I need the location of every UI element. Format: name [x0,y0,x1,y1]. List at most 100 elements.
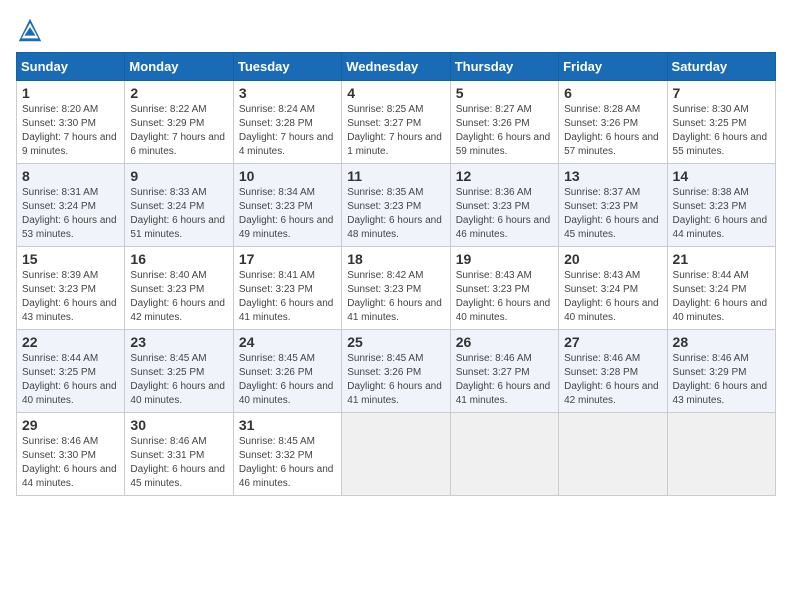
calendar-table: SundayMondayTuesdayWednesdayThursdayFrid… [16,52,776,496]
day-number: 10 [239,168,336,184]
day-number: 4 [347,85,444,101]
day-cell: 20 Sunrise: 8:43 AMSunset: 3:24 PMDaylig… [559,247,667,330]
logo [16,16,48,44]
day-cell: 28 Sunrise: 8:46 AMSunset: 3:29 PMDaylig… [667,330,775,413]
day-cell: 22 Sunrise: 8:44 AMSunset: 3:25 PMDaylig… [17,330,125,413]
day-number: 6 [564,85,661,101]
day-cell: 29 Sunrise: 8:46 AMSunset: 3:30 PMDaylig… [17,413,125,496]
day-number: 26 [456,334,553,350]
day-cell: 26 Sunrise: 8:46 AMSunset: 3:27 PMDaylig… [450,330,558,413]
weekday-header-saturday: Saturday [667,53,775,81]
day-info: Sunrise: 8:43 AMSunset: 3:24 PMDaylight:… [564,270,659,323]
day-info: Sunrise: 8:46 AMSunset: 3:29 PMDaylight:… [673,353,768,406]
day-cell: 10 Sunrise: 8:34 AMSunset: 3:23 PMDaylig… [233,164,341,247]
week-row-5: 29 Sunrise: 8:46 AMSunset: 3:30 PMDaylig… [17,413,776,496]
day-cell: 17 Sunrise: 8:41 AMSunset: 3:23 PMDaylig… [233,247,341,330]
day-number: 8 [22,168,119,184]
day-cell: 31 Sunrise: 8:45 AMSunset: 3:32 PMDaylig… [233,413,341,496]
day-info: Sunrise: 8:45 AMSunset: 3:32 PMDaylight:… [239,436,334,489]
day-info: Sunrise: 8:44 AMSunset: 3:24 PMDaylight:… [673,270,768,323]
day-cell: 2 Sunrise: 8:22 AMSunset: 3:29 PMDayligh… [125,81,233,164]
day-number: 7 [673,85,770,101]
day-cell: 21 Sunrise: 8:44 AMSunset: 3:24 PMDaylig… [667,247,775,330]
weekday-header-sunday: Sunday [17,53,125,81]
day-info: Sunrise: 8:46 AMSunset: 3:28 PMDaylight:… [564,353,659,406]
day-info: Sunrise: 8:45 AMSunset: 3:26 PMDaylight:… [239,353,334,406]
day-number: 27 [564,334,661,350]
page-header [16,16,776,44]
day-info: Sunrise: 8:43 AMSunset: 3:23 PMDaylight:… [456,270,551,323]
day-info: Sunrise: 8:27 AMSunset: 3:26 PMDaylight:… [456,104,551,157]
day-info: Sunrise: 8:38 AMSunset: 3:23 PMDaylight:… [673,187,768,240]
day-number: 2 [130,85,227,101]
day-cell [559,413,667,496]
logo-icon [16,16,44,44]
day-info: Sunrise: 8:46 AMSunset: 3:31 PMDaylight:… [130,436,225,489]
day-number: 23 [130,334,227,350]
day-number: 28 [673,334,770,350]
day-info: Sunrise: 8:31 AMSunset: 3:24 PMDaylight:… [22,187,117,240]
day-info: Sunrise: 8:39 AMSunset: 3:23 PMDaylight:… [22,270,117,323]
day-cell: 14 Sunrise: 8:38 AMSunset: 3:23 PMDaylig… [667,164,775,247]
weekday-header-friday: Friday [559,53,667,81]
weekday-header-row: SundayMondayTuesdayWednesdayThursdayFrid… [17,53,776,81]
day-cell: 11 Sunrise: 8:35 AMSunset: 3:23 PMDaylig… [342,164,450,247]
day-cell: 30 Sunrise: 8:46 AMSunset: 3:31 PMDaylig… [125,413,233,496]
day-info: Sunrise: 8:25 AMSunset: 3:27 PMDaylight:… [347,104,442,157]
day-cell: 12 Sunrise: 8:36 AMSunset: 3:23 PMDaylig… [450,164,558,247]
day-info: Sunrise: 8:37 AMSunset: 3:23 PMDaylight:… [564,187,659,240]
day-number: 31 [239,417,336,433]
day-number: 20 [564,251,661,267]
day-cell: 27 Sunrise: 8:46 AMSunset: 3:28 PMDaylig… [559,330,667,413]
day-info: Sunrise: 8:36 AMSunset: 3:23 PMDaylight:… [456,187,551,240]
day-cell: 3 Sunrise: 8:24 AMSunset: 3:28 PMDayligh… [233,81,341,164]
day-number: 11 [347,168,444,184]
day-cell [667,413,775,496]
day-number: 13 [564,168,661,184]
day-cell: 9 Sunrise: 8:33 AMSunset: 3:24 PMDayligh… [125,164,233,247]
day-number: 30 [130,417,227,433]
day-cell: 5 Sunrise: 8:27 AMSunset: 3:26 PMDayligh… [450,81,558,164]
weekday-header-wednesday: Wednesday [342,53,450,81]
week-row-4: 22 Sunrise: 8:44 AMSunset: 3:25 PMDaylig… [17,330,776,413]
day-number: 19 [456,251,553,267]
day-cell [450,413,558,496]
day-number: 24 [239,334,336,350]
day-number: 14 [673,168,770,184]
day-cell: 6 Sunrise: 8:28 AMSunset: 3:26 PMDayligh… [559,81,667,164]
day-cell: 1 Sunrise: 8:20 AMSunset: 3:30 PMDayligh… [17,81,125,164]
day-cell: 13 Sunrise: 8:37 AMSunset: 3:23 PMDaylig… [559,164,667,247]
day-number: 16 [130,251,227,267]
day-info: Sunrise: 8:44 AMSunset: 3:25 PMDaylight:… [22,353,117,406]
day-cell: 16 Sunrise: 8:40 AMSunset: 3:23 PMDaylig… [125,247,233,330]
day-info: Sunrise: 8:41 AMSunset: 3:23 PMDaylight:… [239,270,334,323]
day-cell: 7 Sunrise: 8:30 AMSunset: 3:25 PMDayligh… [667,81,775,164]
day-info: Sunrise: 8:46 AMSunset: 3:30 PMDaylight:… [22,436,117,489]
day-info: Sunrise: 8:22 AMSunset: 3:29 PMDaylight:… [130,104,225,157]
day-info: Sunrise: 8:34 AMSunset: 3:23 PMDaylight:… [239,187,334,240]
day-number: 9 [130,168,227,184]
day-cell: 24 Sunrise: 8:45 AMSunset: 3:26 PMDaylig… [233,330,341,413]
day-cell [342,413,450,496]
day-info: Sunrise: 8:35 AMSunset: 3:23 PMDaylight:… [347,187,442,240]
day-number: 3 [239,85,336,101]
day-cell: 4 Sunrise: 8:25 AMSunset: 3:27 PMDayligh… [342,81,450,164]
day-number: 29 [22,417,119,433]
day-info: Sunrise: 8:28 AMSunset: 3:26 PMDaylight:… [564,104,659,157]
weekday-header-monday: Monday [125,53,233,81]
day-info: Sunrise: 8:40 AMSunset: 3:23 PMDaylight:… [130,270,225,323]
day-info: Sunrise: 8:30 AMSunset: 3:25 PMDaylight:… [673,104,768,157]
day-number: 12 [456,168,553,184]
weekday-header-tuesday: Tuesday [233,53,341,81]
day-number: 25 [347,334,444,350]
week-row-1: 1 Sunrise: 8:20 AMSunset: 3:30 PMDayligh… [17,81,776,164]
day-info: Sunrise: 8:20 AMSunset: 3:30 PMDaylight:… [22,104,117,157]
day-cell: 23 Sunrise: 8:45 AMSunset: 3:25 PMDaylig… [125,330,233,413]
day-info: Sunrise: 8:33 AMSunset: 3:24 PMDaylight:… [130,187,225,240]
week-row-2: 8 Sunrise: 8:31 AMSunset: 3:24 PMDayligh… [17,164,776,247]
day-number: 15 [22,251,119,267]
day-cell: 18 Sunrise: 8:42 AMSunset: 3:23 PMDaylig… [342,247,450,330]
day-number: 17 [239,251,336,267]
day-info: Sunrise: 8:46 AMSunset: 3:27 PMDaylight:… [456,353,551,406]
day-info: Sunrise: 8:45 AMSunset: 3:25 PMDaylight:… [130,353,225,406]
